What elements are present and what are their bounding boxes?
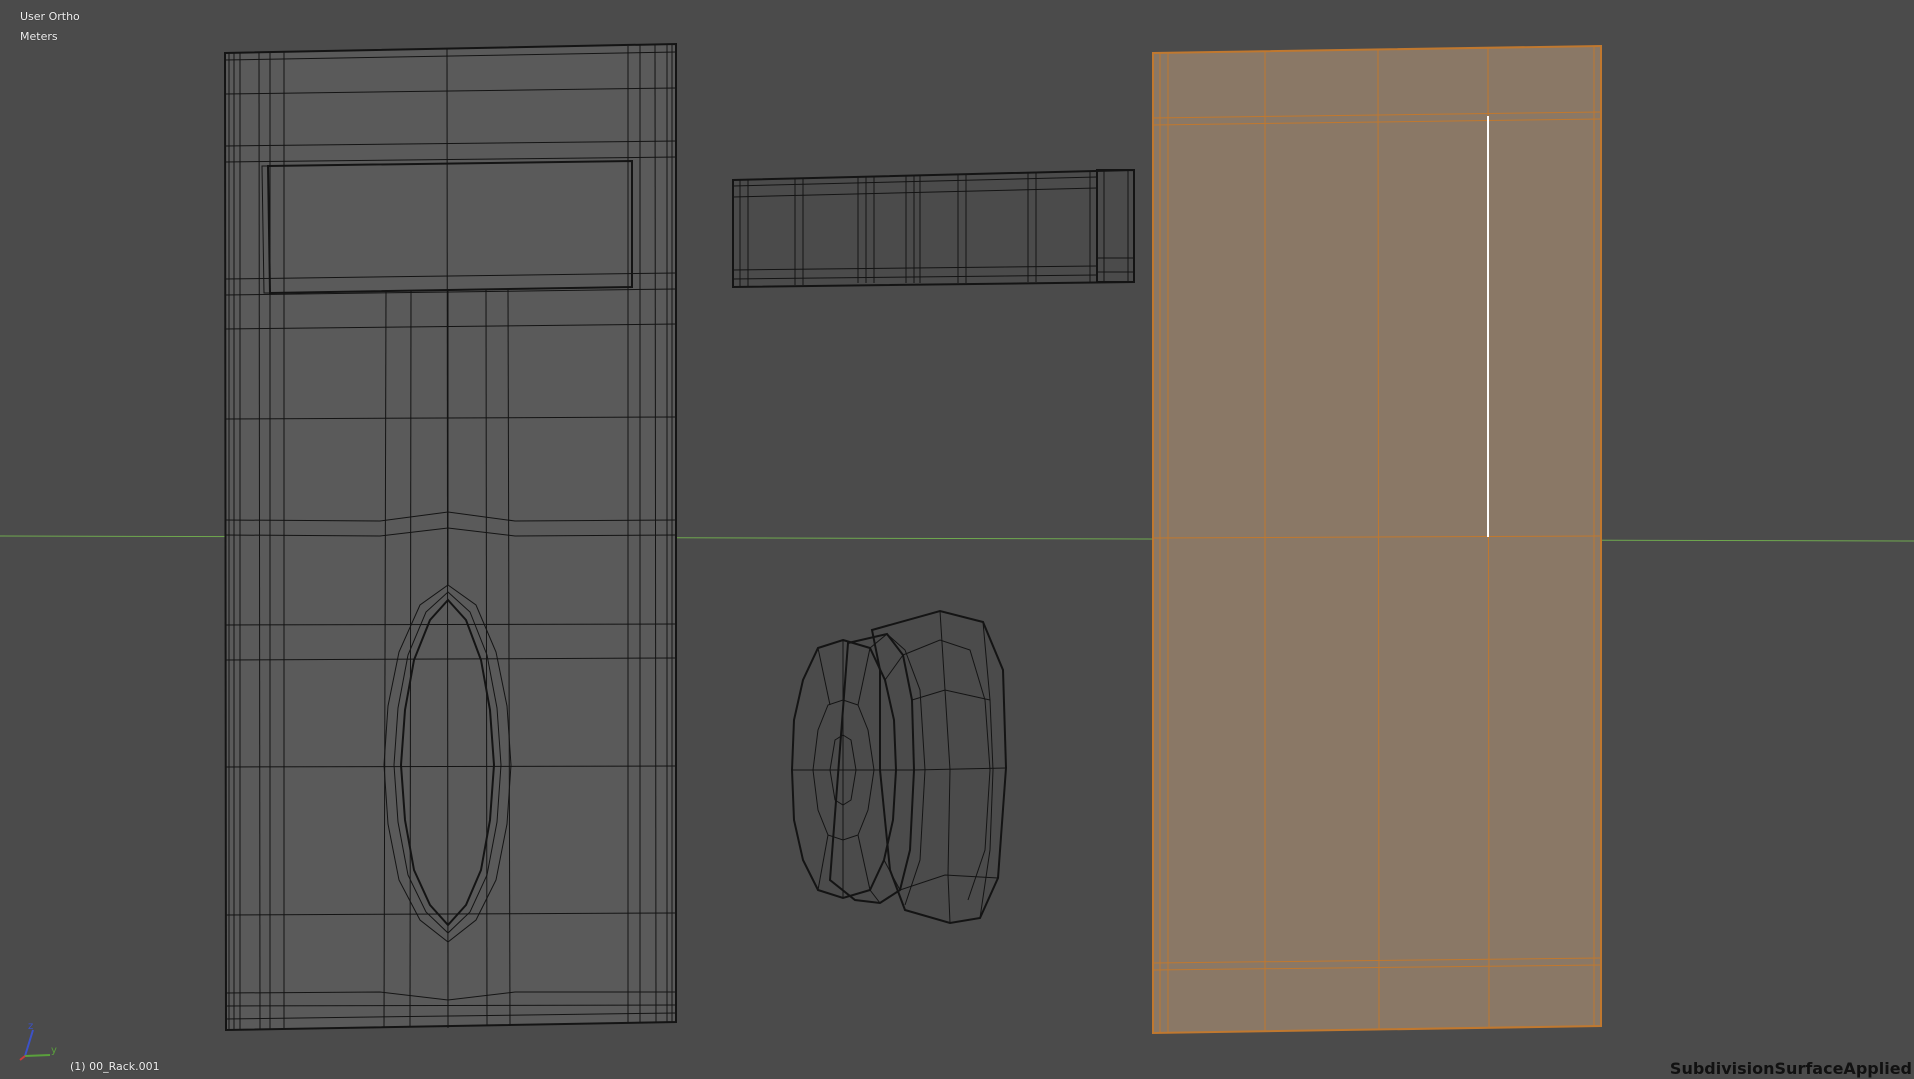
axis-gizmo: z y bbox=[19, 1021, 57, 1061]
3d-viewport[interactable]: z y User Ortho Meters (1) 00_Rack.001 Su… bbox=[0, 0, 1914, 1079]
rail-mesh[interactable] bbox=[732, 168, 1135, 289]
knob-mesh[interactable] bbox=[790, 609, 1008, 925]
viewport-canvas: z y bbox=[0, 42, 1914, 1061]
selected-plane-mesh[interactable] bbox=[1152, 44, 1602, 1035]
modifier-status-label: SubdivisionSurfaceApplied bbox=[1669, 1059, 1912, 1078]
axis-y-label: y bbox=[51, 1045, 57, 1056]
rack-panel-mesh[interactable] bbox=[223, 42, 677, 1032]
active-object-label: (1) 00_Rack.001 bbox=[70, 1060, 160, 1073]
units-label: Meters bbox=[20, 30, 58, 43]
axis-z-label: z bbox=[28, 1021, 33, 1032]
view-name-label: User Ortho bbox=[20, 10, 80, 23]
